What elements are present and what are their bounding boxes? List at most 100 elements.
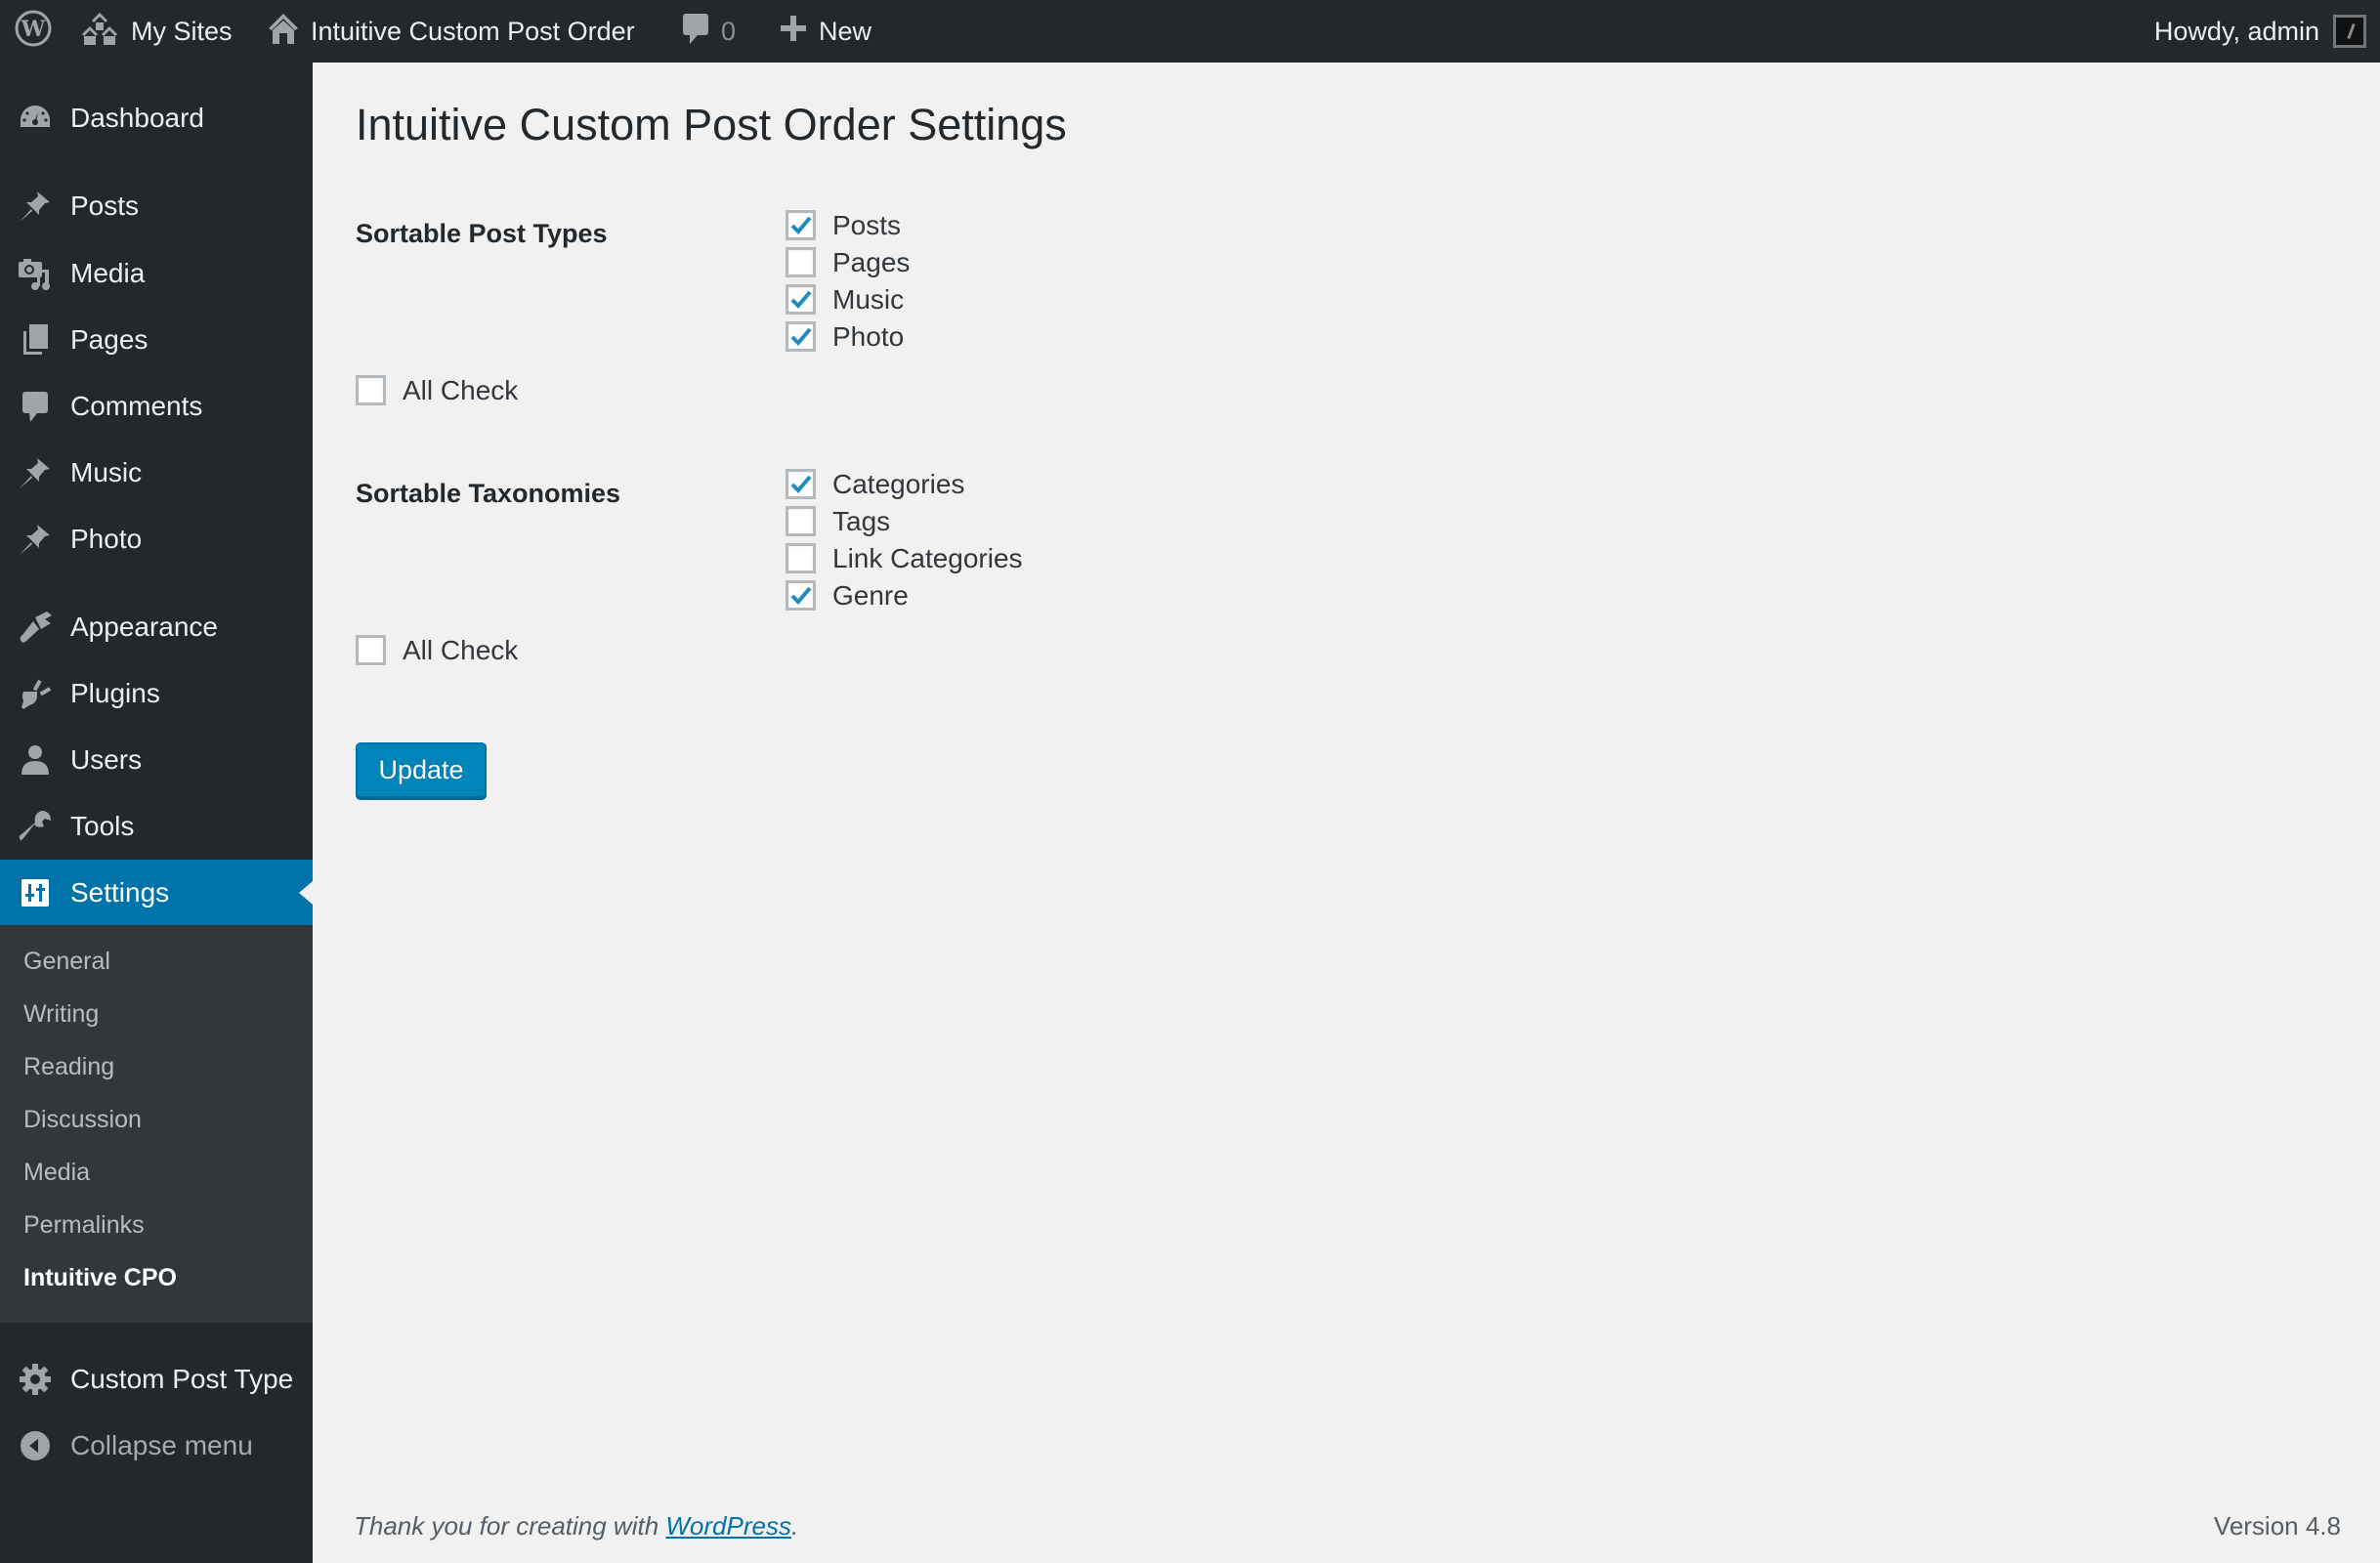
sortable-post-types-label: Sortable Post Types <box>356 219 608 248</box>
update-button[interactable]: Update <box>356 742 487 798</box>
sidebar-label: Plugins <box>70 678 160 708</box>
checkbox-label: Music <box>832 283 905 315</box>
new-label: New <box>819 16 872 46</box>
footer-thanks: Thank you for creating with WordPress. <box>354 1511 798 1542</box>
post-types-all-check[interactable]: All Check <box>356 375 518 405</box>
wordpress-logo-button[interactable]: W <box>14 0 53 63</box>
sidebar-item-dashboard[interactable]: Dashboard <box>0 85 313 151</box>
page-title: Intuitive Custom Post Order Settings <box>356 100 1067 149</box>
comment-icon <box>18 389 53 424</box>
paintbrush-icon <box>18 610 53 645</box>
sidebar-label: Appearance <box>70 612 219 642</box>
pin-icon <box>18 189 53 224</box>
sidebar-item-users[interactable]: Users <box>0 727 313 793</box>
checkbox-label: Categories <box>832 468 965 499</box>
pin-icon <box>18 455 53 490</box>
main-content: Intuitive Custom Post Order Settings Sor… <box>313 63 2380 1563</box>
sidebar-item-tools[interactable]: Tools <box>0 793 313 860</box>
settings-icon <box>18 875 53 910</box>
checkbox-option[interactable]: Photo <box>786 321 904 352</box>
new-content-button[interactable]: New <box>780 0 871 63</box>
checkbox-label: Genre <box>832 579 909 611</box>
sidebar-label: Photo <box>70 524 143 554</box>
checkbox-option[interactable]: Tags <box>786 506 890 536</box>
submenu-item-general[interactable]: General <box>23 935 110 988</box>
submenu-item-discussion[interactable]: Discussion <box>23 1093 142 1146</box>
sidebar-label: Users <box>70 744 143 775</box>
submenu-item-permalinks[interactable]: Permalinks <box>23 1199 145 1251</box>
sidebar-item-plugins[interactable]: Plugins <box>0 660 313 727</box>
submenu-item-reading[interactable]: Reading <box>23 1040 114 1093</box>
checkbox-option[interactable]: Categories <box>786 469 964 499</box>
comments-button[interactable]: 0 <box>682 0 736 63</box>
checkbox-label: Photo <box>832 320 905 352</box>
comments-count: 0 <box>721 16 737 46</box>
sidebar-item-music[interactable]: Music <box>0 440 313 506</box>
settings-submenu: General Writing Reading Discussion Media… <box>0 925 313 1323</box>
checkbox-option[interactable]: Posts <box>786 210 901 240</box>
sidebar-label: Pages <box>70 324 149 355</box>
sidebar-label: Custom Post Type <box>70 1364 294 1394</box>
gear-icon <box>18 1362 53 1397</box>
sidebar-item-appearance[interactable]: Appearance <box>0 594 313 660</box>
submenu-item-media[interactable]: Media <box>23 1146 90 1199</box>
checkbox-option[interactable]: Genre <box>786 580 909 611</box>
dashboard-icon <box>18 101 53 136</box>
collapse-menu-button[interactable]: Collapse menu <box>0 1413 313 1479</box>
sidebar-item-media[interactable]: Media <box>0 240 313 307</box>
avatar <box>2333 15 2366 48</box>
taxonomies-all-check[interactable]: All Check <box>356 635 518 665</box>
sidebar-label: Collapse menu <box>70 1430 253 1460</box>
checkbox-option[interactable]: Link Categories <box>786 543 1023 573</box>
my-sites-menu[interactable]: My Sites <box>80 0 233 63</box>
checkbox[interactable] <box>786 210 816 240</box>
sidebar-label: Music <box>70 457 143 487</box>
checkbox-label: Link Categories <box>832 542 1023 573</box>
checkbox[interactable] <box>786 543 816 573</box>
site-name-label: Intuitive Custom Post Order <box>311 16 635 46</box>
checkbox-label: Tags <box>832 505 891 536</box>
checkbox[interactable] <box>786 469 816 499</box>
sidebar-label: Posts <box>70 190 140 221</box>
sidebar-item-posts[interactable]: Posts <box>0 173 313 239</box>
checkbox[interactable] <box>786 580 816 611</box>
sidebar-item-photo[interactable]: Photo <box>0 506 313 572</box>
checkbox[interactable] <box>786 247 816 277</box>
footer-version: Version 4.8 <box>2213 1511 2341 1541</box>
checkbox[interactable] <box>356 375 386 405</box>
checkbox-label: All Check <box>403 634 519 665</box>
sidebar-item-custom-post-type[interactable]: Custom Post Type <box>0 1346 313 1413</box>
checkbox[interactable] <box>356 635 386 665</box>
checkbox[interactable] <box>786 321 816 352</box>
pages-icon <box>18 322 53 358</box>
site-name-menu[interactable]: Intuitive Custom Post Order <box>268 0 635 63</box>
checkbox-label: Posts <box>832 209 902 240</box>
svg-text:W: W <box>21 17 46 42</box>
sidebar-label: Comments <box>70 391 203 421</box>
sidebar-item-settings[interactable]: Settings <box>0 860 313 926</box>
wordpress-link[interactable]: WordPress <box>665 1511 791 1541</box>
sidebar-item-pages[interactable]: Pages <box>0 307 313 373</box>
checkbox-option[interactable]: Music <box>786 284 904 315</box>
my-sites-icon <box>80 11 119 53</box>
my-sites-label: My Sites <box>131 16 233 46</box>
plus-icon <box>780 15 807 49</box>
footer-thanks-text: Thank you for creating with <box>354 1511 666 1541</box>
submenu-item-intuitive-cpo[interactable]: Intuitive CPO <box>23 1251 177 1304</box>
plugin-icon <box>18 676 53 711</box>
submenu-item-writing[interactable]: Writing <box>23 988 99 1040</box>
checkbox[interactable] <box>786 284 816 315</box>
wrench-icon <box>18 809 53 844</box>
account-menu[interactable]: Howdy, admin <box>2154 0 2366 63</box>
home-icon <box>268 12 299 52</box>
sidebar-label: Tools <box>70 811 135 841</box>
checkbox[interactable] <box>786 506 816 536</box>
sidebar-label: Settings <box>70 877 170 908</box>
sidebar-label: Dashboard <box>70 103 204 133</box>
sidebar-item-comments[interactable]: Comments <box>0 373 313 440</box>
media-icon <box>18 256 53 291</box>
checkbox-label: Pages <box>832 246 911 277</box>
collapse-icon <box>18 1428 53 1463</box>
checkbox-label: All Check <box>403 374 519 405</box>
checkbox-option[interactable]: Pages <box>786 247 910 277</box>
